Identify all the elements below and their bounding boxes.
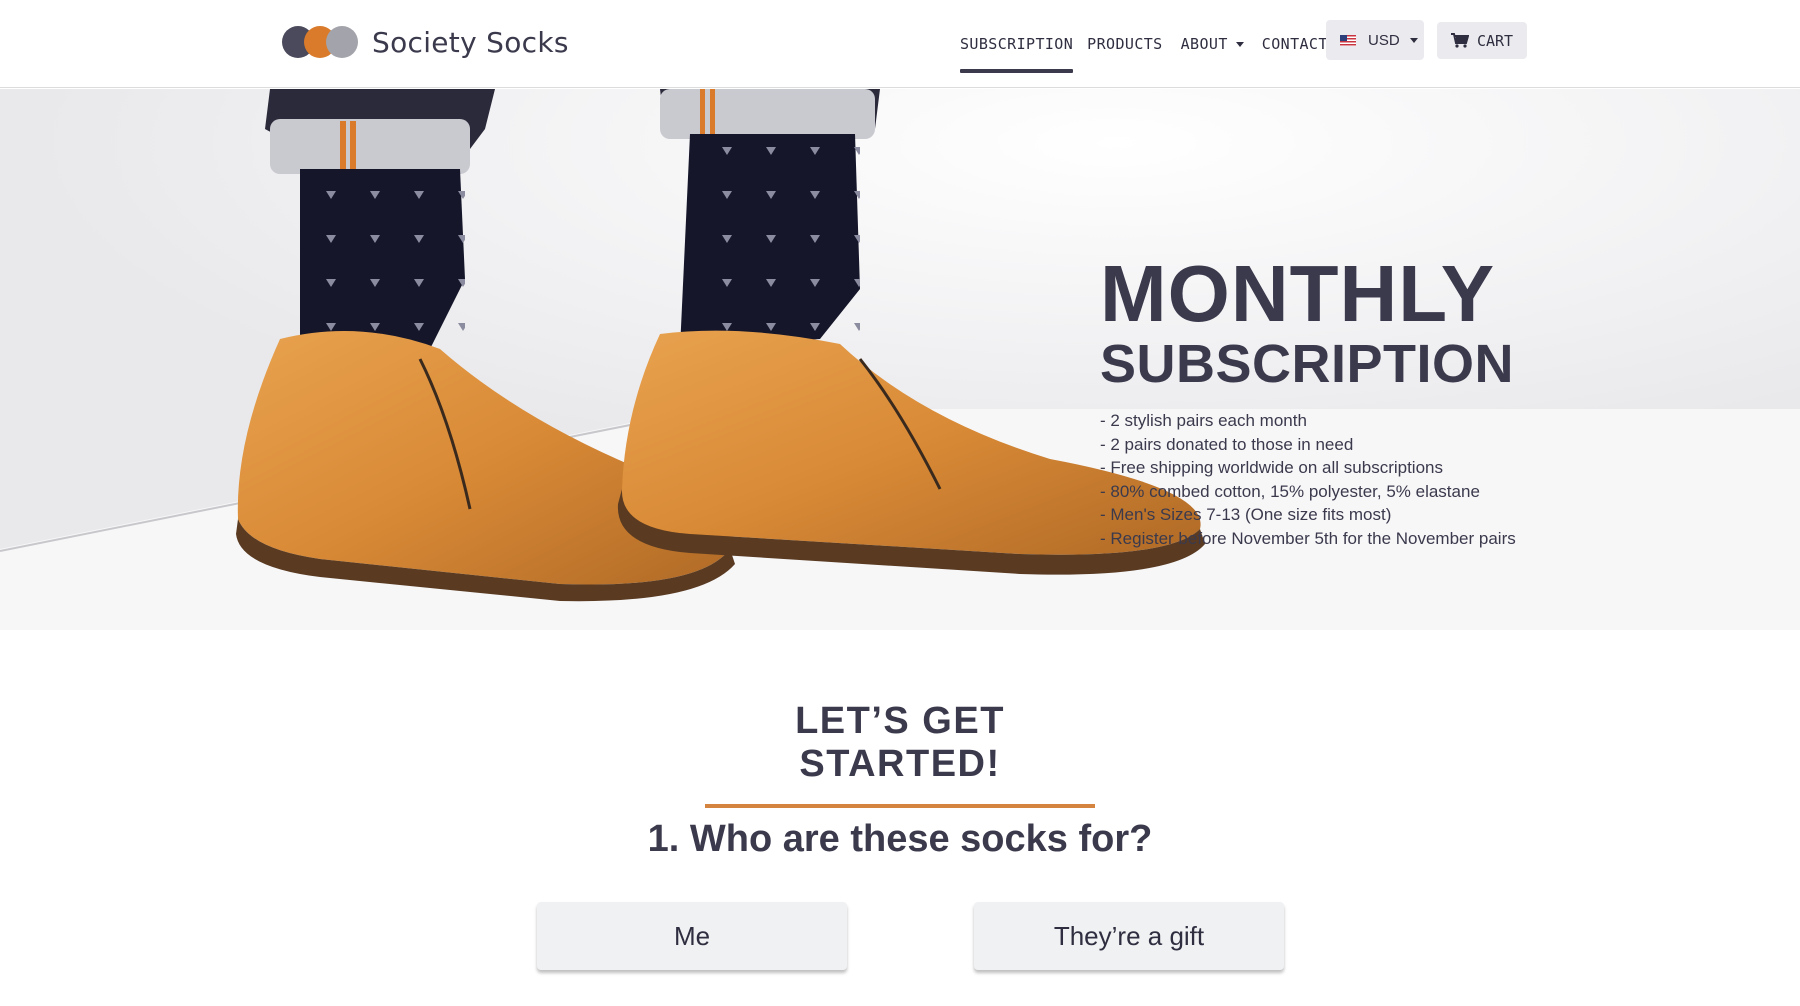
nav-products[interactable]: PRODUCTS <box>1087 29 1162 59</box>
feature-item: - 80% combed cotton, 15% polyester, 5% e… <box>1100 481 1480 501</box>
cart-label: CART <box>1476 31 1514 50</box>
feature-item: - Register before November 5th for the N… <box>1100 528 1516 548</box>
option-gift-button[interactable]: They’re a gift <box>974 902 1284 970</box>
feature-item: - Free shipping worldwide on all subscri… <box>1100 458 1443 477</box>
us-flag-icon <box>1340 34 1356 46</box>
option-me-button[interactable]: Me <box>537 902 847 970</box>
chevron-down-icon <box>1409 37 1418 43</box>
shopping-cart-icon <box>1450 33 1469 48</box>
site-header: Society Socks SUBSCRIPTION PRODUCTS ABOU… <box>0 0 1800 88</box>
main-nav: SUBSCRIPTION PRODUCTS ABOUT CONTACT <box>960 0 1328 88</box>
currency-selector[interactable]: USD <box>1326 20 1424 60</box>
logo-text: Society Socks <box>372 25 569 59</box>
logo[interactable]: Society Socks <box>282 20 569 64</box>
feature-item: - 2 pairs donated to those in need <box>1100 434 1354 454</box>
currency-label: USD <box>1368 31 1400 49</box>
hero-title-line2: SUBSCRIPTION <box>1100 334 1515 394</box>
get-started-section: LET’S GET STARTED! <box>0 700 1800 808</box>
nav-about-label: ABOUT <box>1180 35 1228 53</box>
feature-item: - 2 stylish pairs each month <box>1100 411 1307 430</box>
hero-image <box>0 89 1800 630</box>
hero-title-line1: MONTHLY <box>1100 249 1496 338</box>
nav-subscription[interactable]: SUBSCRIPTION <box>960 29 1074 73</box>
cart-button[interactable]: CART <box>1437 22 1527 59</box>
section-heading: LET’S GET STARTED! <box>705 700 1095 808</box>
feature-list: - 2 stylish pairs each month - 2 pairs d… <box>1100 409 1516 550</box>
feature-item: - Men's Sizes 7-13 (One size fits most) <box>1100 505 1392 524</box>
hero-title: MONTHLY SUBSCRIPTION <box>1100 249 1515 395</box>
logo-dots-icon <box>282 26 358 58</box>
question-heading: 1. Who are these socks for? <box>647 818 1153 860</box>
nav-about[interactable]: ABOUT <box>1181 29 1244 59</box>
hero-banner: MONTHLY SUBSCRIPTION - 2 stylish pairs e… <box>0 89 1800 630</box>
nav-contact[interactable]: CONTACT <box>1262 29 1328 59</box>
chevron-down-icon <box>1235 42 1244 47</box>
